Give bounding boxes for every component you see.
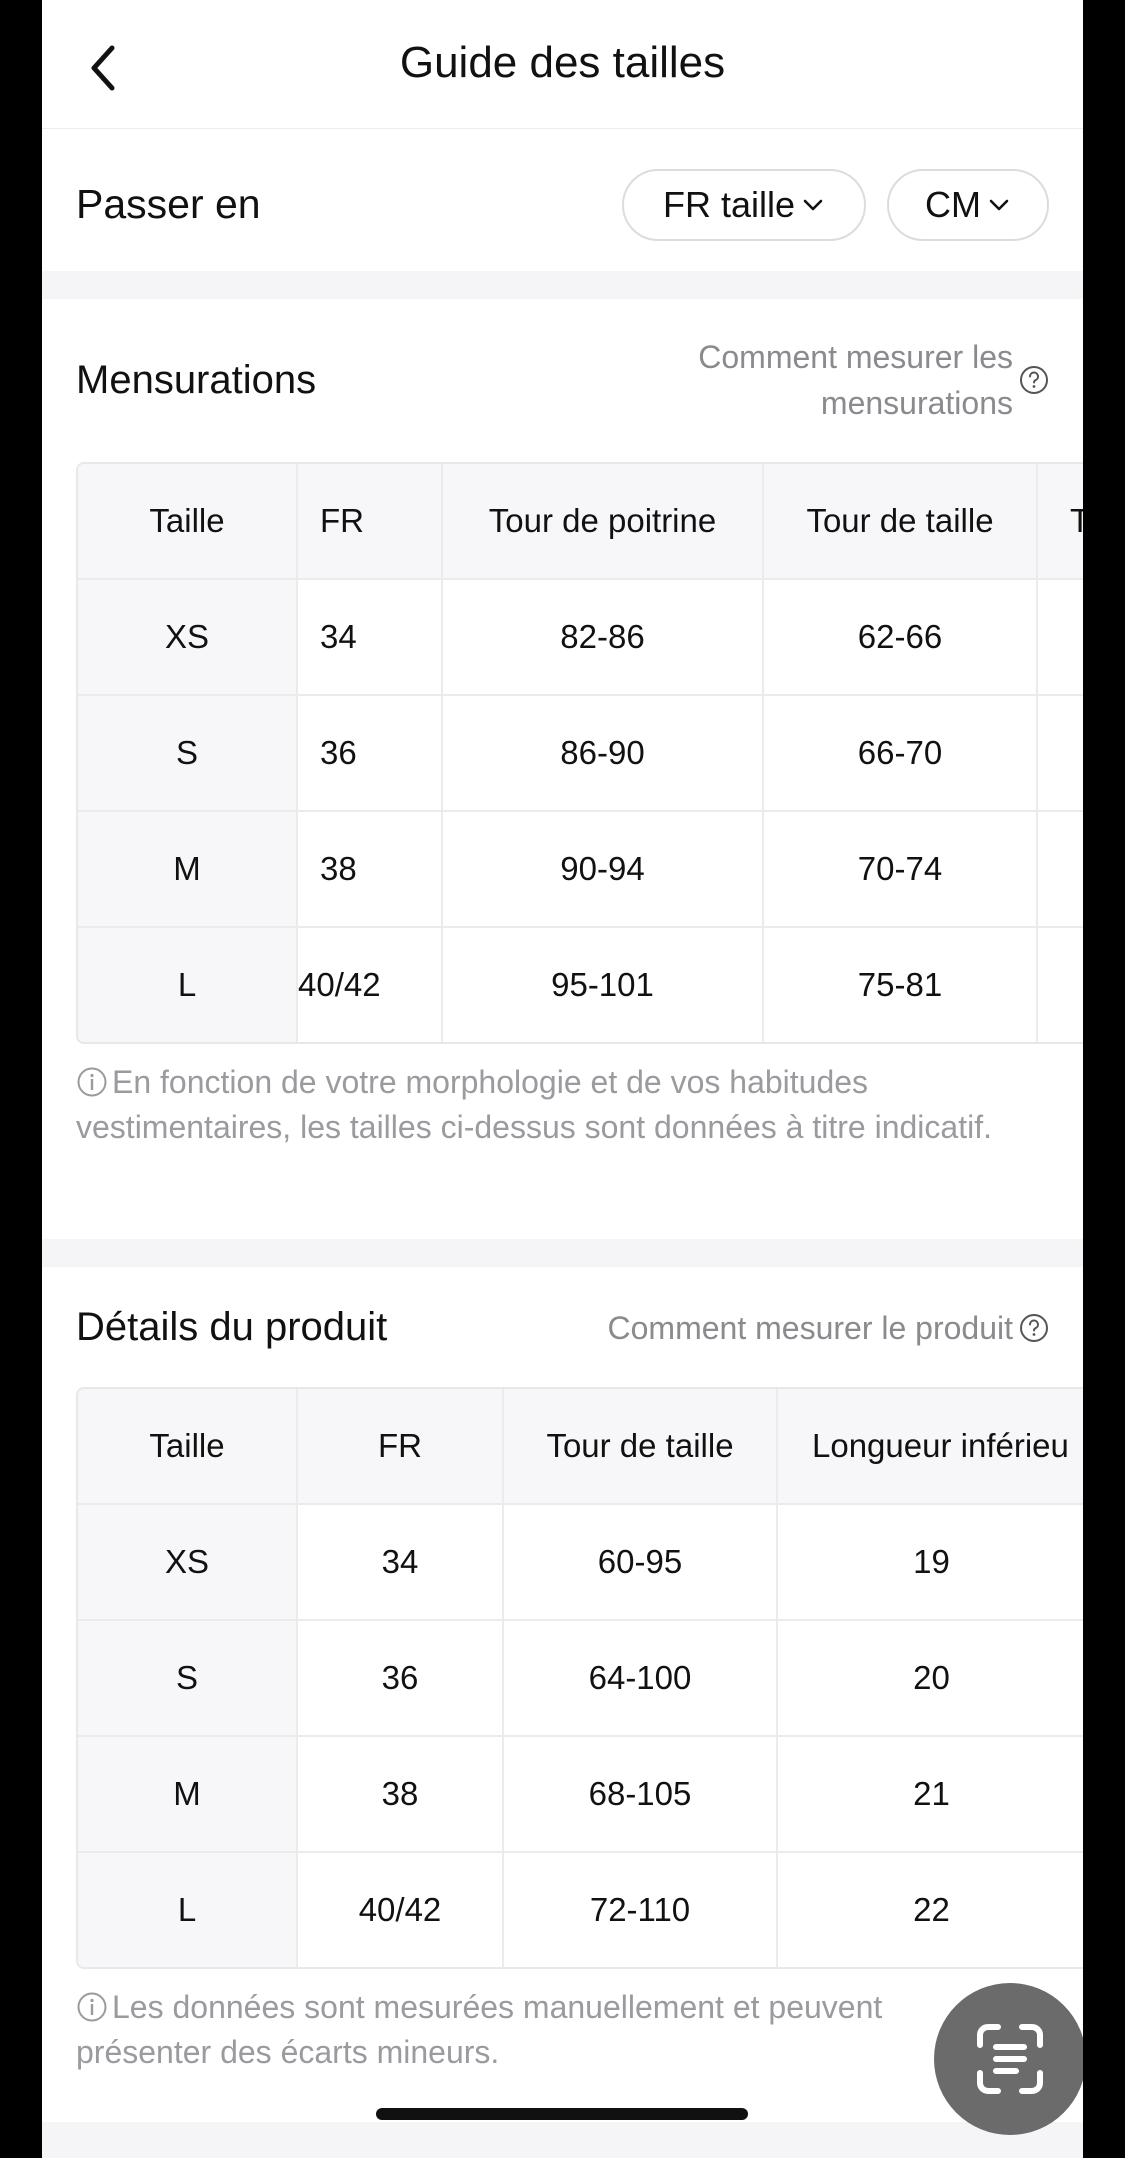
fr-cell: 34 — [298, 1505, 504, 1619]
table-row: S 36 86-90 66-70 — [78, 696, 1083, 812]
column-header: FR — [298, 1389, 504, 1503]
body-measurements-note: En fonction de votre morphologie et de v… — [76, 1060, 1006, 1150]
fr-cell: 40/42 — [298, 1853, 504, 1967]
size-cell: M — [78, 812, 298, 926]
waist-cell: 68-105 — [504, 1737, 778, 1851]
waist-cell: 72-110 — [504, 1853, 778, 1967]
column-header: FR — [298, 464, 443, 578]
cut-off-cell — [1038, 580, 1083, 694]
header: Guide des tailles — [42, 0, 1083, 129]
waist-cell: 75-81 — [764, 928, 1038, 1042]
table-header-row: Taille FR Tour de poitrine Tour de taill… — [78, 464, 1083, 580]
switch-label: Passer en — [76, 181, 261, 227]
column-header: Taille — [78, 1389, 298, 1503]
size-cell: XS — [78, 580, 298, 694]
length-cell: 19 — [913, 1543, 950, 1580]
column-header: Tour de poitrine — [443, 464, 764, 578]
product-details-table: Taille FR Tour de taille Longueur inféri… — [76, 1387, 1083, 1969]
cut-off-cell — [1038, 696, 1083, 810]
switch-row: Passer en FR taille CM — [42, 129, 1083, 271]
chest-cell: 90-94 — [443, 812, 764, 926]
size-system-dropdown[interactable]: FR taille — [622, 169, 866, 241]
table-row: XS 34 82-86 62-66 — [78, 580, 1083, 696]
size-guide-screen: Guide des tailles Passer en FR taille CM… — [42, 0, 1083, 2158]
section-divider — [42, 271, 1083, 299]
unit-dropdown[interactable]: CM — [887, 169, 1049, 241]
size-cell: L — [78, 928, 298, 1042]
unit-value: CM — [925, 184, 981, 225]
table-row: XS 34 60-95 19 — [78, 1505, 1083, 1621]
note-text: En fonction de votre morphologie et de v… — [76, 1064, 992, 1145]
body-measurements-table: Taille FR Tour de poitrine Tour de taill… — [76, 462, 1083, 1044]
bottom-band — [42, 2122, 1083, 2158]
length-cell: 20 — [913, 1659, 950, 1696]
column-header: Longueur inférieu — [778, 1389, 1083, 1503]
waist-cell: 64-100 — [504, 1621, 778, 1735]
product-details-note: Les données sont mesurées manuellement e… — [76, 1985, 1006, 2075]
fr-cell: 38 — [298, 1737, 504, 1851]
section-divider — [42, 1239, 1083, 1267]
waist-cell: 60-95 — [504, 1505, 778, 1619]
length-cell: 22 — [913, 1891, 950, 1928]
fr-cell: 36 — [298, 1621, 504, 1735]
table-row: M 38 90-94 70-74 — [78, 812, 1083, 928]
chevron-down-icon — [803, 199, 823, 211]
chevron-down-icon — [989, 199, 1009, 211]
page-title: Guide des tailles — [399, 38, 726, 87]
cut-off-cell — [1038, 928, 1083, 1042]
how-to-measure-line1: Comment mesurer les — [698, 339, 1013, 375]
column-header: T — [1038, 464, 1083, 578]
how-to-measure-product-text: Comment mesurer le produit — [607, 1310, 1013, 1346]
length-cell: 21 — [913, 1775, 950, 1812]
table-row: S 36 64-100 20 — [78, 1621, 1083, 1737]
chest-cell: 95-101 — [443, 928, 764, 1042]
table-row: L 40/42 95-101 75-81 — [78, 928, 1083, 1042]
scan-text-icon — [977, 2024, 1043, 2094]
fr-cell: 40/42 — [298, 928, 443, 1042]
scan-text-button[interactable] — [934, 1983, 1083, 2135]
waist-cell: 66-70 — [764, 696, 1038, 810]
table-row: L 40/42 72-110 22 — [78, 1853, 1083, 1967]
body-measurements-title: Mensurations — [76, 358, 317, 402]
column-header: Tour de taille — [764, 464, 1038, 578]
chest-cell: 82-86 — [443, 580, 764, 694]
fr-cell: 34 — [298, 580, 443, 694]
note-text: Les données sont mesurées manuellement e… — [76, 1989, 883, 2070]
info-icon — [77, 1992, 107, 2022]
size-cell: S — [78, 1621, 298, 1735]
size-cell: M — [78, 1737, 298, 1851]
fr-cell: 38 — [298, 812, 443, 926]
help-circle-icon — [1020, 1314, 1048, 1342]
waist-cell: 62-66 — [764, 580, 1038, 694]
home-indicator — [376, 2108, 748, 2120]
cut-off-cell — [1038, 812, 1083, 926]
how-to-measure-body-link[interactable]: Comment mesurer les mensurations — [619, 334, 1049, 426]
column-header: Taille — [78, 464, 298, 578]
waist-cell: 70-74 — [764, 812, 1038, 926]
chest-cell: 86-90 — [443, 696, 764, 810]
table-header-row: Taille FR Tour de taille Longueur inféri… — [78, 1389, 1083, 1505]
how-to-measure-product-link[interactable]: Comment mesurer le produit — [608, 1305, 1049, 1351]
how-to-measure-line2: mensurations — [820, 385, 1013, 421]
size-system-value: FR taille — [662, 184, 796, 225]
info-icon — [77, 1067, 107, 1097]
help-circle-icon — [1020, 366, 1048, 394]
product-details-title: Détails du produit — [76, 1305, 388, 1349]
table-row: M 38 68-105 21 — [78, 1737, 1083, 1853]
size-cell: S — [78, 696, 298, 810]
size-cell: L — [78, 1853, 298, 1967]
column-header: Tour de taille — [504, 1389, 778, 1503]
size-cell: XS — [78, 1505, 298, 1619]
fr-cell: 36 — [298, 696, 443, 810]
